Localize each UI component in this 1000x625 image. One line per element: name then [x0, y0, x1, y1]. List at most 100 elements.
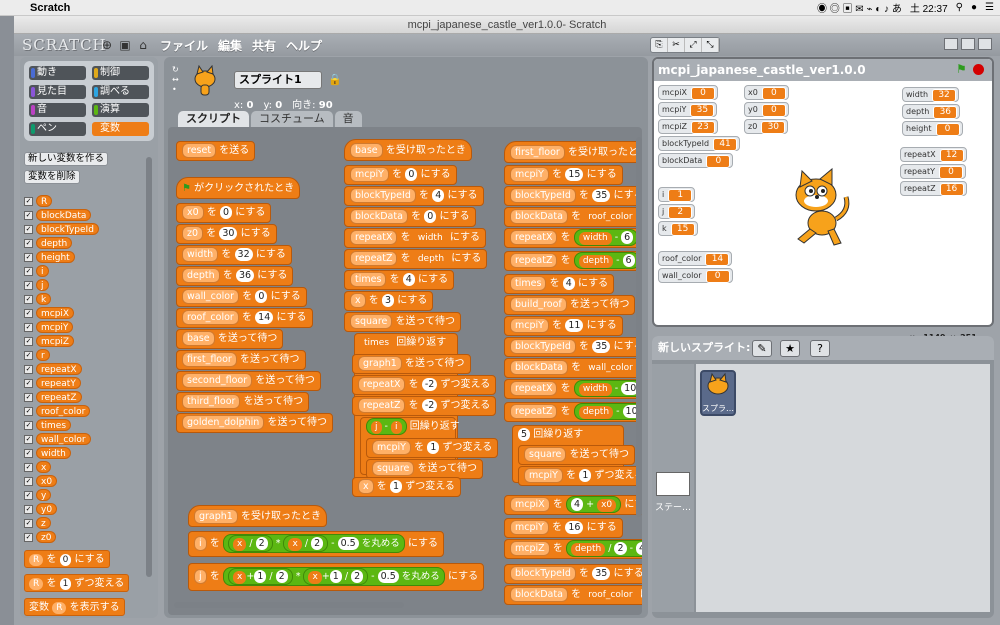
category-looks[interactable]: 見た目 [29, 84, 86, 99]
message-dropdown[interactable]: reset [182, 143, 217, 158]
h-scrollbar[interactable] [174, 602, 404, 608]
set-block[interactable]: width を 32 にする [176, 245, 292, 265]
receive-hat-block[interactable]: base を受け取ったとき [344, 139, 472, 161]
palette-scrollbar[interactable] [146, 157, 152, 577]
variable-checkbox[interactable]: ✓ [24, 406, 33, 416]
receive-hat-block[interactable]: graph1 を受け取ったとき [188, 505, 328, 527]
message-dropdown[interactable]: graph1 [358, 356, 402, 371]
variable-monitor[interactable]: y0 0 [744, 102, 789, 117]
set-block[interactable]: blockTypeId を 4 にする [344, 186, 484, 206]
stage-thumbnail[interactable] [656, 472, 690, 496]
var-dropdown[interactable]: R [29, 578, 44, 590]
value-input[interactable]: 4 [562, 277, 575, 290]
j-reporter[interactable]: j [371, 421, 382, 434]
value-input[interactable]: 2 [351, 570, 364, 583]
value-input[interactable]: -2 [421, 399, 438, 412]
value-input[interactable]: 1 [389, 480, 403, 493]
broadcast-wait-block[interactable]: square を送って待つ [366, 459, 484, 479]
variable-monitor[interactable]: mcpiY 35 [658, 102, 718, 117]
menu-file[interactable]: ファイル [160, 37, 208, 54]
sub-op[interactable]: depth - 10 [573, 403, 642, 420]
var-dropdown[interactable]: repeatX [510, 381, 558, 396]
set-block[interactable]: mcpiY を 16 にする [504, 518, 623, 538]
delete-icon[interactable]: ✂ [668, 38, 685, 52]
variable-monitor[interactable]: wall_color 0 [658, 268, 733, 283]
set-block[interactable]: mcpiX を 4 + x0 にする [504, 495, 642, 515]
set-block[interactable]: i を x / 2 * x / 2 - 0.5 を丸める にする [188, 531, 445, 557]
var-dropdown[interactable]: repeatX [510, 230, 558, 245]
variable-reporter[interactable]: repeatX [36, 363, 82, 375]
value-input[interactable]: 32 [234, 248, 253, 261]
wall-color-reporter[interactable]: wall_color [584, 362, 637, 375]
category-sensing[interactable]: 調べる [92, 84, 149, 99]
variable-checkbox[interactable]: ✓ [24, 350, 33, 360]
broadcast-wait-block[interactable]: first_floor を送って待つ [176, 350, 306, 370]
cat-sprite[interactable] [784, 167, 854, 247]
variable-checkbox[interactable]: ✓ [24, 336, 33, 346]
set-variable-block[interactable]: R を 0 にする [24, 550, 110, 568]
sub-op[interactable]: j - i [366, 418, 407, 435]
set-block[interactable]: x を 3 にする [344, 291, 434, 311]
value-input[interactable]: 1 [254, 570, 267, 583]
var-dropdown[interactable]: times [350, 272, 387, 287]
shrink-icon[interactable]: ⤡ [702, 38, 719, 52]
variable-checkbox[interactable]: ✓ [24, 504, 33, 514]
var-dropdown[interactable]: mcpiY [372, 440, 411, 455]
var-dropdown[interactable]: mcpiY [350, 167, 389, 182]
small-stage-icon[interactable] [944, 38, 958, 50]
div-op[interactable]: x +1 / 2 [303, 568, 369, 585]
var-dropdown[interactable]: repeatZ [358, 398, 406, 413]
variable-checkbox[interactable]: ✓ [24, 322, 33, 332]
variable-checkbox[interactable]: ✓ [24, 462, 33, 472]
variable-checkbox[interactable]: ✓ [24, 196, 33, 206]
message-dropdown[interactable]: first_floor [182, 352, 237, 367]
variable-reporter[interactable]: blockTypeId [36, 223, 99, 235]
variable-reporter[interactable]: depth [36, 237, 73, 249]
div-op[interactable]: x +1 / 2 [228, 568, 293, 585]
i-reporter[interactable]: i [391, 421, 402, 434]
share-icon[interactable]: ⌂ [136, 38, 150, 52]
tab-costumes[interactable]: コスチューム [251, 111, 333, 127]
broadcast-wait-block[interactable]: second_floor を送って待つ [176, 371, 321, 391]
times-reporter[interactable]: times [360, 337, 394, 350]
message-dropdown[interactable]: square [372, 461, 415, 476]
broadcast-block[interactable]: reset を送る [176, 141, 256, 161]
set-block[interactable]: mcpiZ を depth / 2 - 4 [504, 539, 642, 559]
variable-checkbox[interactable]: ✓ [24, 364, 33, 374]
variable-checkbox[interactable]: ✓ [24, 238, 33, 248]
var-dropdown[interactable]: mcpiZ [510, 541, 550, 556]
variable-reporter[interactable]: j [36, 279, 49, 291]
var-dropdown[interactable]: R [52, 602, 67, 614]
var-dropdown[interactable]: z0 [182, 226, 204, 241]
globe-icon[interactable]: ⊕ [100, 38, 114, 52]
width-reporter[interactable]: width [413, 232, 447, 245]
value-input[interactable]: 6 [621, 231, 634, 244]
set-block[interactable]: times を 4 にする [344, 270, 455, 290]
set-block[interactable]: times を 4 にする [504, 274, 615, 294]
normal-stage-icon[interactable] [961, 38, 975, 50]
value-input[interactable]: 2 [275, 570, 288, 583]
variable-checkbox[interactable]: ✓ [24, 308, 33, 318]
variable-reporter[interactable]: height [36, 251, 75, 263]
x0-reporter[interactable]: x0 [597, 499, 617, 512]
value-input[interactable]: 3 [381, 294, 395, 307]
app-menu[interactable]: Scratch [30, 2, 70, 14]
value-input[interactable]: 2 [614, 542, 627, 555]
variable-monitor[interactable]: i1 [658, 187, 696, 202]
value-input[interactable]: 14 [255, 311, 274, 324]
stop-icon[interactable] [973, 64, 984, 75]
value-input[interactable]: 35 [592, 189, 611, 202]
message-dropdown[interactable]: first_floor [510, 145, 565, 160]
set-block[interactable]: blockData を 0 にする [344, 207, 476, 227]
var-dropdown[interactable]: width [182, 247, 219, 262]
variable-monitor[interactable]: z0 30 [744, 119, 789, 134]
tab-scripts[interactable]: スクリプト [178, 111, 249, 127]
var-dropdown[interactable]: mcpiY [510, 318, 549, 333]
variable-monitor[interactable]: j2 [658, 204, 696, 219]
variable-monitor[interactable]: height 0 [902, 121, 963, 136]
tab-sounds[interactable]: 音 [334, 111, 362, 127]
var-dropdown[interactable]: x [358, 479, 374, 494]
var-dropdown[interactable]: j [194, 569, 207, 584]
menu-help[interactable]: ヘルプ [286, 37, 322, 54]
variable-reporter[interactable]: y0 [36, 503, 58, 515]
